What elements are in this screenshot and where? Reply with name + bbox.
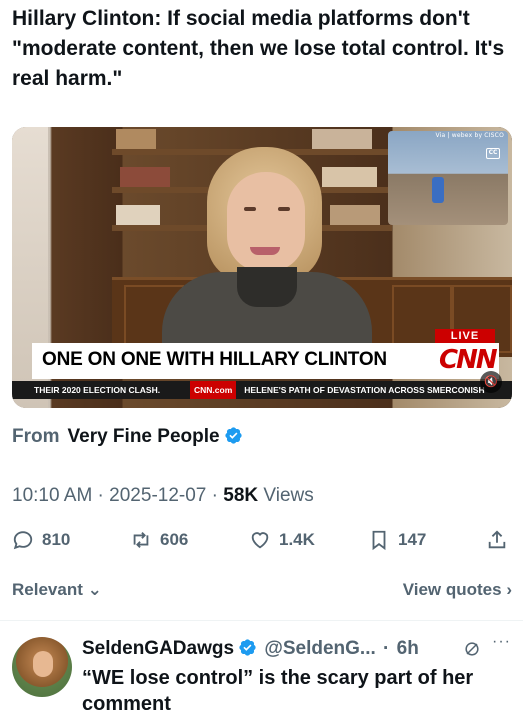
heart-icon [251, 532, 269, 549]
avatar[interactable] [12, 637, 72, 697]
inset-label: Via | webex by CISCO [435, 132, 504, 139]
source-attribution: From Very Fine People [12, 424, 243, 450]
relevance-dropdown[interactable]: Relevant ⌄ [12, 580, 102, 600]
chevron-right-icon: › [506, 580, 512, 599]
video-inset: Via | webex by CISCO CC [388, 131, 508, 225]
reply-button[interactable]: 810 [12, 526, 70, 554]
speaker-face [227, 172, 305, 272]
reply-icon [13, 531, 33, 550]
post-time: 10:10 AM [12, 485, 93, 506]
reply-header: SeldenGADawgs @SeldenG... · 6h [82, 637, 419, 661]
more-options-icon[interactable]: ··· [492, 633, 511, 651]
speaker-eye [278, 207, 290, 211]
repost-button[interactable]: 606 [130, 526, 188, 554]
avatar-face [33, 651, 53, 677]
like-button[interactable]: 1.4K [249, 526, 315, 554]
speaker-eye [244, 207, 256, 211]
bookmark-button[interactable]: 147 [368, 526, 426, 554]
view-quotes-link[interactable]: View quotes › [403, 580, 512, 600]
closed-captions-icon[interactable]: CC [486, 148, 500, 159]
share-icon [488, 530, 506, 549]
reply-item[interactable]: SeldenGADawgs @SeldenG... · 6h ··· “WE l… [0, 621, 523, 720]
reply-text: “WE lose control” is the scary part of h… [82, 667, 474, 715]
post-meta: 10:10 AM · 2025-12-07 · 58K Views [12, 485, 314, 506]
reply-count: 810 [42, 530, 71, 549]
post-date: 2025-12-07 [109, 485, 207, 506]
news-ticker: THEIR 2020 ELECTION CLASH. CNN.com HELENE'… [12, 381, 512, 399]
speaker-collar [237, 267, 297, 307]
repost-icon [133, 532, 149, 548]
reply-author-name[interactable]: SeldenGADawgs [82, 638, 234, 659]
verified-badge-icon [224, 427, 242, 444]
source-name[interactable]: Very Fine People [68, 426, 220, 447]
verified-badge-icon [239, 639, 256, 656]
share-button[interactable] [486, 526, 516, 554]
video-headline: ONE ON ONE WITH HILLARY CLINTON [42, 349, 387, 370]
post-text: Hillary Clinton: If social media platfor… [12, 7, 505, 90]
chevron-down-icon: ⌄ [87, 580, 102, 599]
like-count: 1.4K [279, 530, 315, 549]
video-books [116, 205, 160, 225]
video-player[interactable]: Via | webex by CISCO CC LIVE ONE ON ONE … [12, 127, 512, 408]
bookmark-count: 147 [398, 530, 427, 549]
source-label: From [12, 426, 60, 447]
bookmark-icon [372, 530, 386, 551]
reply-time: 6h [396, 638, 419, 659]
views-count: 58K [223, 485, 259, 506]
views-label: Views [263, 485, 314, 506]
ticker-right: HELENE'S PATH OF DEVASTATION ACROSS SMER… [244, 385, 485, 395]
action-bar: 810 606 1.4K 147 [12, 526, 512, 554]
video-books [312, 129, 372, 149]
view-quotes-label: View quotes [402, 580, 502, 599]
reply-separator: · [377, 638, 395, 659]
ticker-left: THEIR 2020 ELECTION CLASH. [34, 385, 161, 395]
reply-filter-row: Relevant ⌄ View quotes › [12, 580, 512, 604]
reply-author-handle[interactable]: @SeldenG... [264, 638, 375, 659]
cnn-logo: CNN [439, 345, 498, 375]
inset-figure [432, 177, 444, 203]
lower-third: ONE ON ONE WITH HILLARY CLINTON CNN [32, 343, 499, 379]
ticker-cnn: CNN.com [190, 381, 237, 399]
video-speaker [162, 147, 372, 367]
speaker-mouth [250, 247, 280, 255]
grok-icon[interactable] [462, 639, 482, 659]
live-badge: LIVE [435, 329, 495, 343]
video-books [116, 129, 156, 149]
repost-count: 606 [160, 530, 189, 549]
relevance-label: Relevant [12, 580, 83, 599]
speaker-muted-icon[interactable]: 🔇 [480, 371, 502, 393]
